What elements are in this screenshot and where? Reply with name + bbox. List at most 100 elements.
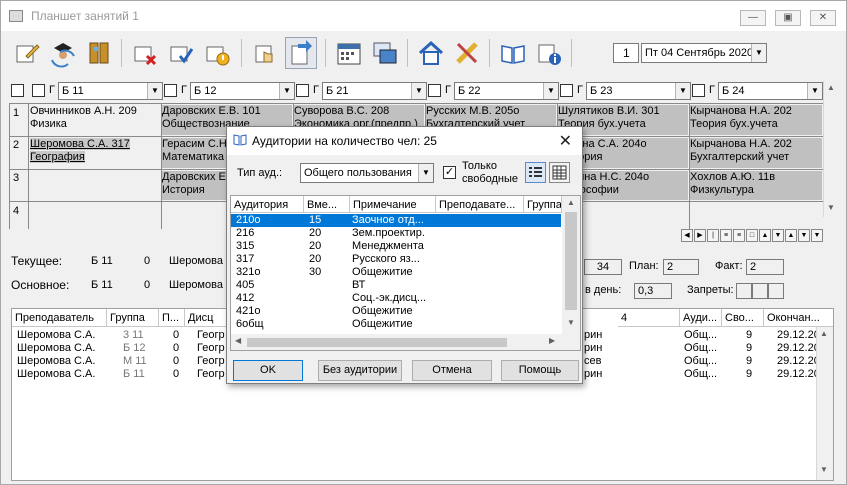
chevron-down-icon[interactable]: ▼ bbox=[807, 83, 822, 99]
date-select[interactable]: Пт 04 Сентябрь 2020 ▼ bbox=[641, 43, 767, 63]
chevron-down-icon[interactable]: ▼ bbox=[751, 44, 766, 62]
list-item-selected[interactable]: 210о 15 Заочное отд... bbox=[231, 214, 561, 227]
table-cell[interactable]: 3 11 bbox=[123, 329, 144, 341]
table-cell[interactable]: Шеромова С.А. bbox=[17, 368, 95, 380]
group-select[interactable]: Б 22 ▼ bbox=[454, 82, 559, 100]
table-cell[interactable]: сев bbox=[584, 355, 601, 367]
group-checkbox[interactable] bbox=[164, 84, 177, 97]
table-cell[interactable]: Б 12 bbox=[123, 342, 146, 354]
table-cell[interactable]: Геогр bbox=[197, 329, 225, 341]
grid-view-icon[interactable] bbox=[549, 162, 570, 183]
table-cell[interactable]: 9 bbox=[746, 342, 752, 354]
group-checkbox[interactable] bbox=[296, 84, 309, 97]
table-cell[interactable]: Шеромова С.А. bbox=[17, 342, 95, 354]
group-select[interactable]: Б 23 ▼ bbox=[586, 82, 691, 100]
only-free-checkbox[interactable]: ✓ bbox=[443, 166, 456, 179]
lesson-cell[interactable]: Кырчанова Н.А. 202 Бухгалтерский учет bbox=[690, 138, 822, 168]
chevron-down-icon[interactable]: ▼ bbox=[411, 83, 426, 99]
ban-box[interactable] bbox=[752, 283, 768, 299]
table-cell[interactable]: Геогр bbox=[197, 355, 225, 367]
col-header[interactable]: Вме... bbox=[304, 196, 350, 213]
edit-note-icon[interactable] bbox=[11, 37, 43, 69]
maximize-button[interactable]: ▣ bbox=[775, 10, 801, 26]
col-header[interactable]: Окончан... bbox=[764, 309, 833, 327]
table-cell[interactable]: Геогр bbox=[197, 368, 225, 380]
book-icon[interactable] bbox=[497, 37, 529, 69]
list-item[interactable]: 6общ Общежитие bbox=[231, 318, 561, 332]
nav-last-icon[interactable]: ▼ bbox=[811, 229, 823, 242]
scroll-left-icon[interactable]: ◀ bbox=[235, 336, 241, 345]
table-cell[interactable]: Геогр bbox=[197, 342, 225, 354]
table-cell[interactable]: 0 bbox=[173, 342, 179, 354]
cancel-button[interactable]: Отмена bbox=[412, 360, 492, 381]
scroll-down-icon[interactable]: ▼ bbox=[567, 318, 575, 327]
lesson-cell[interactable]: Хохлов А.Ю. 11в Физкультура bbox=[690, 171, 822, 200]
col-header[interactable]: Аудитория bbox=[231, 196, 304, 213]
table-cell[interactable]: 0 bbox=[173, 329, 179, 341]
list-view-icon[interactable] bbox=[525, 162, 546, 183]
table-cell[interactable]: рин bbox=[584, 368, 602, 380]
table-cell[interactable]: рин bbox=[584, 342, 602, 354]
list-item[interactable]: 315 20 Менеджмента bbox=[231, 240, 561, 253]
lesson-cell[interactable]: Овчинников А.Н. 209 Физика bbox=[30, 105, 160, 135]
table-cell[interactable]: рин bbox=[584, 329, 602, 341]
lesson-cell[interactable]: Кырчанова Н.А. 202 Теория бух.учета bbox=[690, 105, 822, 135]
hand-pointer-icon[interactable] bbox=[249, 37, 281, 69]
calendar-icon[interactable] bbox=[333, 37, 365, 69]
table-cell[interactable]: Шеромова С.А. bbox=[17, 355, 95, 367]
scroll-thumb[interactable] bbox=[247, 338, 507, 347]
list-item[interactable]: 421о Общежитие bbox=[231, 305, 561, 318]
table-cell[interactable]: Б 11 bbox=[123, 368, 145, 380]
chevron-down-icon[interactable]: ▼ bbox=[675, 83, 690, 99]
no-classroom-button[interactable]: Без аудитории bbox=[318, 360, 402, 381]
scroll-thumb[interactable] bbox=[565, 212, 577, 310]
group-checkbox[interactable] bbox=[692, 84, 705, 97]
confirm-lesson-icon[interactable] bbox=[165, 37, 197, 69]
list-item[interactable]: 317 20 Русского яз... bbox=[231, 253, 561, 266]
list-horizontal-scrollbar[interactable]: ◀ ▶ bbox=[231, 334, 562, 350]
info-icon[interactable] bbox=[533, 37, 565, 69]
col-header[interactable]: Дисц bbox=[185, 309, 230, 327]
table-cell[interactable]: 0 bbox=[173, 355, 179, 367]
col-header[interactable]: Сво... bbox=[722, 309, 764, 327]
day-number-field[interactable]: 1 bbox=[613, 43, 639, 63]
ok-button[interactable]: OK bbox=[233, 360, 303, 381]
help-button[interactable]: Помощь bbox=[501, 360, 579, 381]
group-select[interactable]: Б 12 ▼ bbox=[190, 82, 295, 100]
scroll-up-icon[interactable]: ▲ bbox=[827, 83, 835, 92]
group-select[interactable]: Б 11 ▼ bbox=[58, 82, 163, 100]
nav-top-icon[interactable]: ▲ bbox=[785, 229, 797, 242]
chevron-down-icon[interactable]: ▼ bbox=[279, 83, 294, 99]
col-header[interactable]: Ауди... bbox=[680, 309, 722, 327]
lesson-cell-selected[interactable]: Шеромова С.А. 317 География bbox=[30, 138, 160, 168]
minimize-button[interactable]: — bbox=[740, 10, 766, 26]
select-all-checkbox[interactable] bbox=[11, 84, 24, 97]
group-checkbox[interactable] bbox=[428, 84, 441, 97]
list-item[interactable]: 412 Соц.-эк.дисц... bbox=[231, 292, 561, 305]
delete-lesson-icon[interactable] bbox=[129, 37, 161, 69]
tools-icon[interactable] bbox=[451, 37, 483, 69]
ban-box[interactable] bbox=[736, 283, 752, 299]
table-vertical-scrollbar[interactable]: ▲ ▼ bbox=[816, 327, 833, 480]
home-icon[interactable] bbox=[415, 37, 447, 69]
list-item[interactable]: 216 20 Зем.проектир. bbox=[231, 227, 561, 240]
table-cell[interactable]: 0 bbox=[173, 368, 179, 380]
list-item[interactable]: 405 ВТ bbox=[231, 279, 561, 292]
table-cell[interactable]: 9 bbox=[746, 368, 752, 380]
col-header[interactable]: Примечание bbox=[350, 196, 436, 213]
list-vertical-scrollbar[interactable]: ▲ ▼ bbox=[562, 196, 580, 334]
nav-start-icon[interactable]: | bbox=[707, 229, 719, 242]
nav-up-icon[interactable]: ▲ bbox=[759, 229, 771, 242]
nav-first-icon[interactable]: ◀ bbox=[681, 229, 693, 242]
chevron-down-icon[interactable]: ▼ bbox=[418, 164, 433, 182]
nav-box-icon[interactable]: □ bbox=[746, 229, 758, 242]
nav-list-icon[interactable]: ≡ bbox=[720, 229, 732, 242]
list-item[interactable]: 321о 30 Общежитие bbox=[231, 266, 561, 279]
col-header[interactable]: Группа bbox=[107, 309, 159, 327]
chevron-down-icon[interactable]: ▼ bbox=[147, 83, 162, 99]
doors-icon[interactable] bbox=[83, 37, 115, 69]
close-icon[interactable]: ✕ bbox=[559, 131, 572, 151]
table-cell[interactable]: 9 bbox=[746, 355, 752, 367]
group-checkbox[interactable] bbox=[32, 84, 45, 97]
col-header[interactable]: П... bbox=[159, 309, 185, 327]
